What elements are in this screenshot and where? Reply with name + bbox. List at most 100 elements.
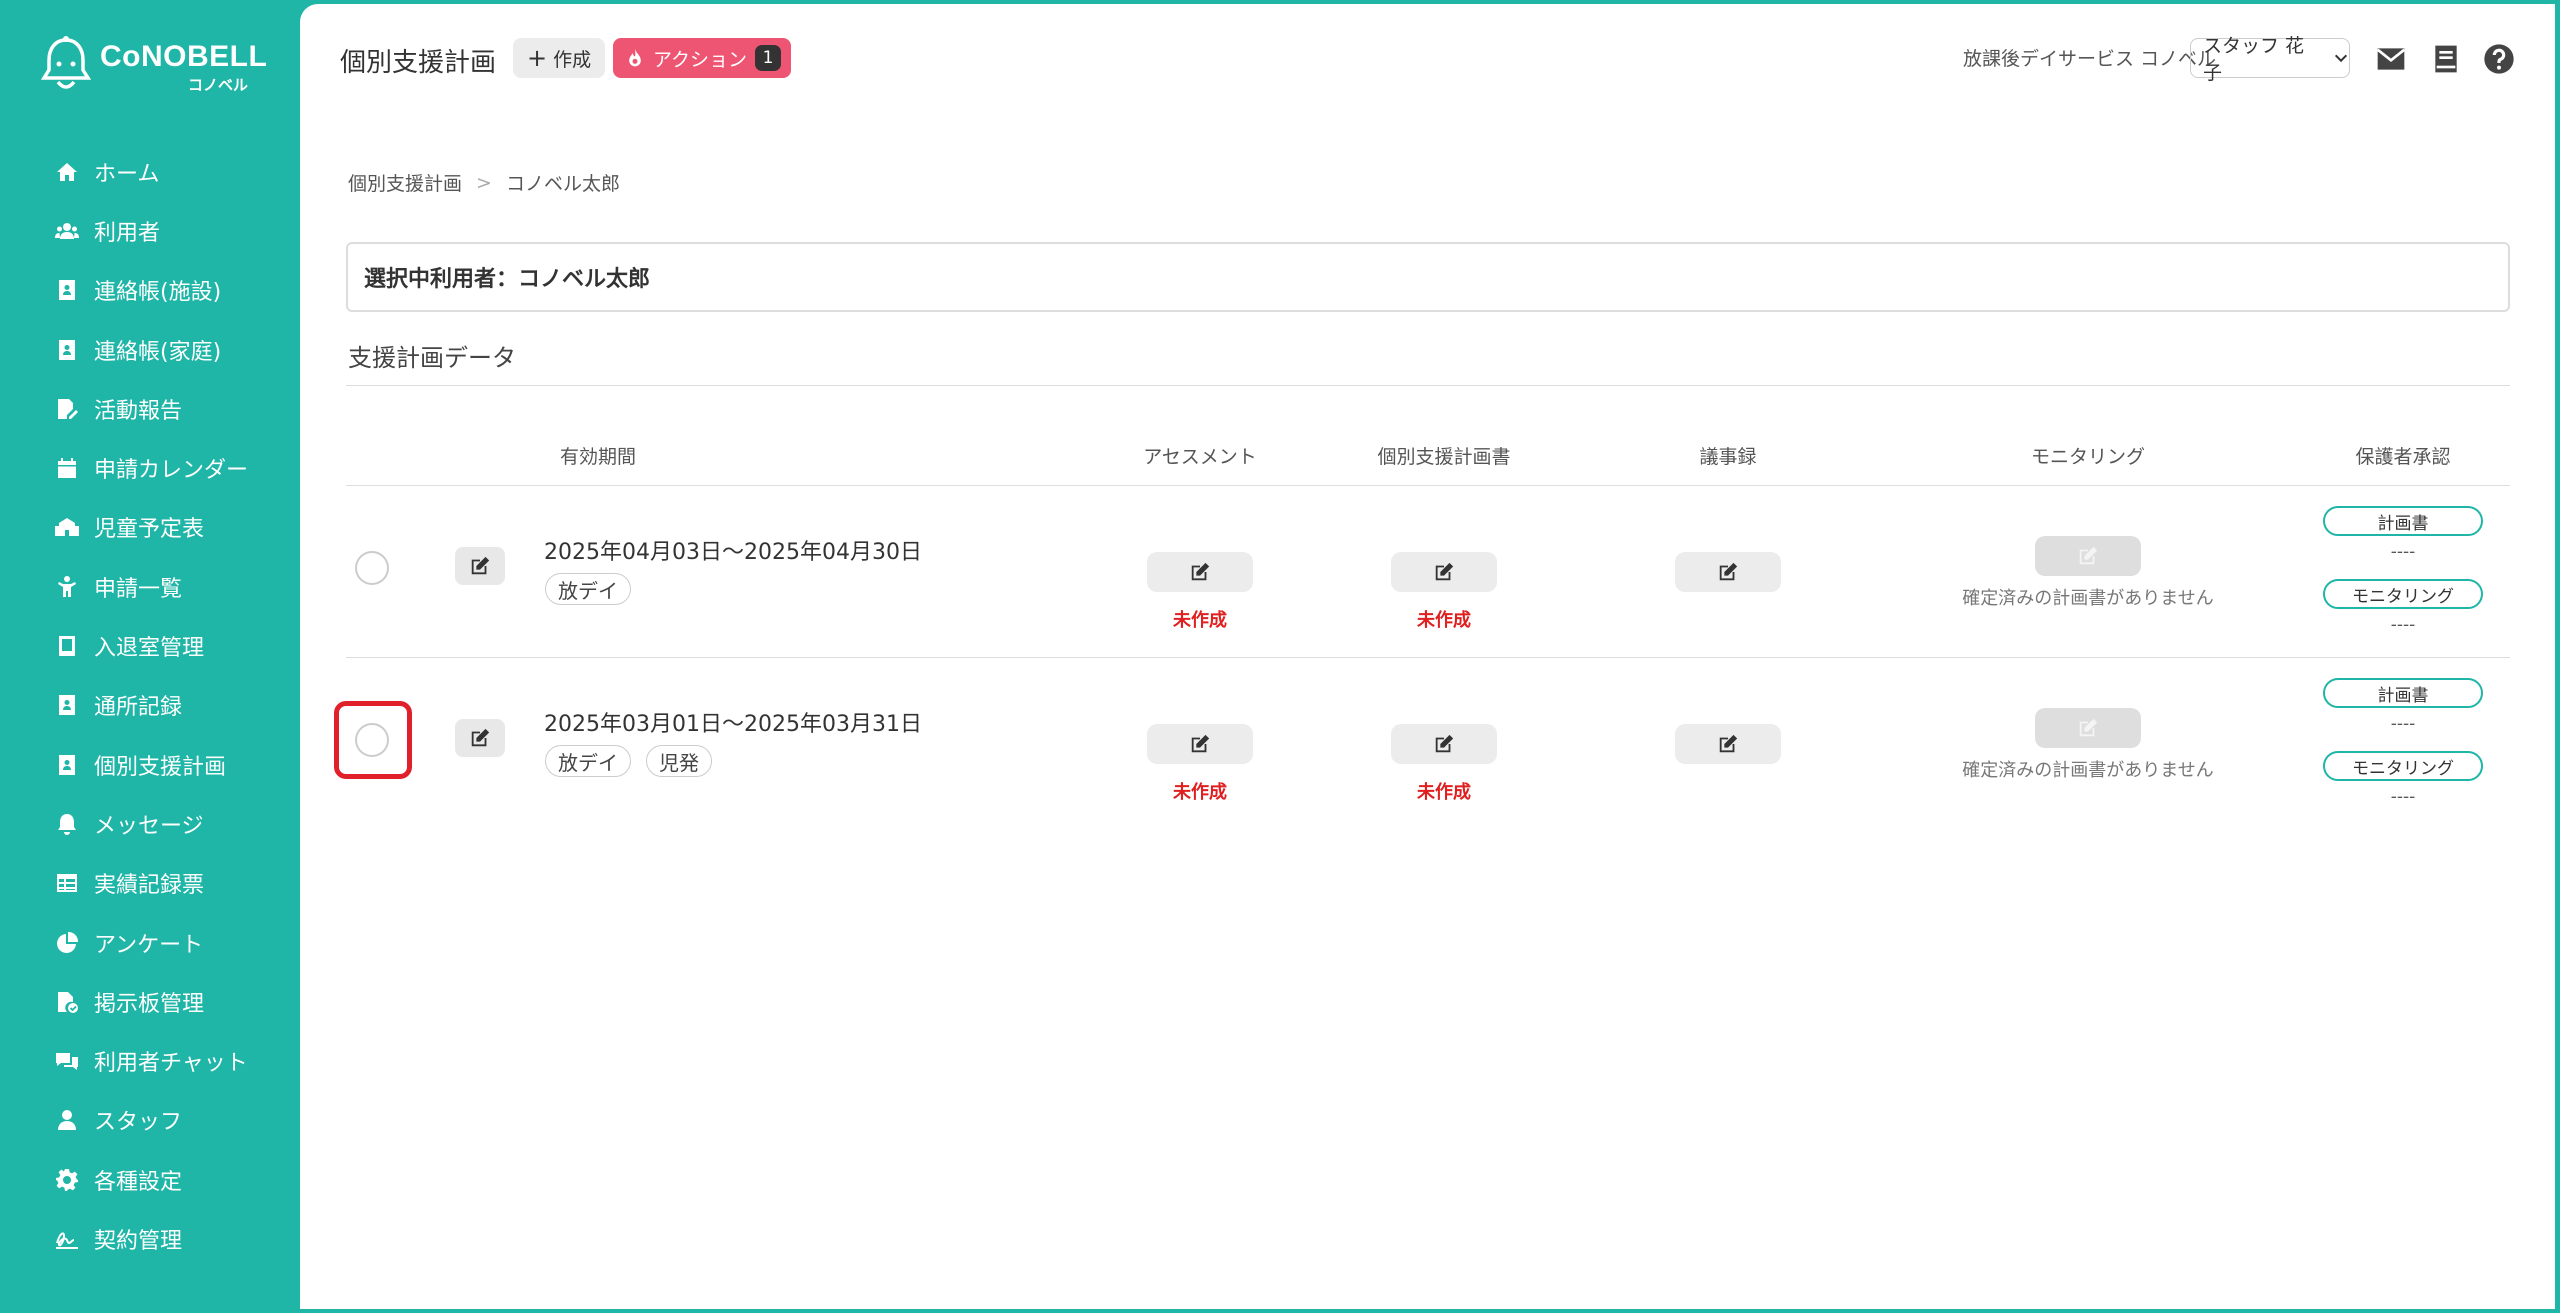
manual-book-icon[interactable] [2429, 42, 2463, 76]
sidebar-item-support-plan[interactable]: 個別支援計画 [0, 735, 300, 794]
sidebar-item-bulletin-board[interactable]: 掲示板管理 [0, 972, 300, 1031]
brand-logo[interactable]: CoNOBELL コノベル [40, 30, 270, 100]
approval-plan-value: ---- [2390, 542, 2416, 562]
assessment-status: 未作成 [1173, 610, 1227, 631]
edit-icon [471, 556, 490, 575]
sidebar-item-label: 実績記録票 [94, 873, 205, 899]
sidebar-item-request-calendar[interactable]: 申請カレンダー [0, 438, 300, 497]
sidebar-item-label: 連絡帳(家庭) [94, 339, 222, 365]
sidebar-item-contact-facility[interactable]: 連絡帳(施設) [0, 261, 300, 320]
monitoring-status: 確定済みの計画書がありません [1962, 760, 2214, 781]
pie-chart-icon [54, 930, 80, 956]
file-check-icon [54, 989, 80, 1015]
row-select-checkbox[interactable] [355, 551, 389, 585]
sidebar-item-settings[interactable]: 各種設定 [0, 1150, 300, 1209]
edit-period-button[interactable] [455, 547, 505, 585]
table-divider [346, 485, 2510, 486]
staff-select[interactable]: スタッフ 花子 [2190, 35, 2350, 84]
selected-user-box: 選択中利用者：コノベル太郎 [346, 242, 2510, 312]
breadcrumb: 個別支援計画 > コノベル太郎 [348, 169, 620, 196]
sidebar-item-label: アンケート [94, 932, 204, 958]
edit-icon [1719, 562, 1738, 581]
help-icon[interactable] [2482, 42, 2516, 76]
sidebar-item-home[interactable]: ホーム [0, 142, 300, 201]
bell-logo-icon [40, 36, 92, 89]
edit-icon [1435, 562, 1454, 581]
sidebar-item-label: 利用者チャット [94, 1051, 248, 1077]
col-header-period: 有効期間 [559, 446, 637, 468]
action-button-label: アクション [653, 48, 748, 71]
minutes-edit-button[interactable] [1675, 552, 1781, 592]
sidebar-item-staff[interactable]: スタッフ [0, 1091, 300, 1150]
home-icon [54, 159, 80, 185]
child-icon [54, 574, 80, 600]
approval-monitoring-value: ---- [2390, 615, 2416, 635]
service-tag: 児発 [646, 745, 712, 777]
edit-period-button[interactable] [455, 719, 505, 757]
gear-icon [54, 1167, 80, 1193]
contact-book-icon [54, 752, 80, 778]
sidebar-item-performance-record[interactable]: 実績記録票 [0, 854, 300, 913]
main-panel: 個別支援計画 + 作成 アクション 1 放課後デイサービス コノベル スタッフ … [300, 4, 2555, 1309]
create-button[interactable]: + 作成 [513, 38, 606, 78]
sidebar-item-child-schedule[interactable]: 児童予定表 [0, 498, 300, 557]
assessment-edit-button[interactable] [1147, 552, 1253, 592]
contact-book-icon [54, 337, 80, 363]
action-count-badge: 1 [755, 45, 782, 71]
monitoring-edit-button [2035, 708, 2141, 748]
monitoring-status: 確定済みの計画書がありません [1962, 588, 2214, 609]
period-text: 2025年04月03日～2025年04月30日 [544, 540, 922, 565]
sidebar-item-label: 連絡帳(施設) [94, 280, 222, 306]
sidebar-item-label: 通所記録 [94, 695, 183, 721]
chevron-right-icon: > [476, 171, 492, 194]
staff-icon [54, 1107, 80, 1133]
monitoring-edit-button [2035, 536, 2141, 576]
plan-status: 未作成 [1417, 610, 1471, 631]
col-header-plan: 個別支援計画書 [1377, 446, 1511, 468]
sidebar-item-attendance-record[interactable]: 通所記録 [0, 676, 300, 735]
sidebar-item-contact-home[interactable]: 連絡帳(家庭) [0, 320, 300, 379]
edit-icon [1435, 734, 1454, 753]
approval-monitoring-value: ---- [2390, 787, 2416, 807]
page-title: 個別支援計画 [340, 48, 497, 78]
contact-book-icon [54, 277, 80, 303]
sidebar: CoNOBELL コノベル ホーム 利用者 連絡帳(施設) 連絡帳(家庭) 活動… [0, 0, 300, 1313]
sidebar-item-contract[interactable]: 契約管理 [0, 1209, 300, 1268]
sidebar-item-label: 掲示板管理 [94, 991, 205, 1017]
minutes-edit-button[interactable] [1675, 724, 1781, 764]
breadcrumb-parent[interactable]: 個別支援計画 [348, 169, 462, 196]
col-header-minutes: 議事録 [1699, 446, 1757, 468]
service-tag: 放デイ [545, 745, 631, 777]
chevron-down-icon [2334, 54, 2348, 63]
edit-icon [1191, 734, 1210, 753]
school-icon [54, 514, 80, 540]
sidebar-item-request-list[interactable]: 申請一覧 [0, 557, 300, 616]
col-header-approval: 保護者承認 [2355, 446, 2451, 468]
sidebar-item-survey[interactable]: アンケート [0, 913, 300, 972]
table-icon [54, 870, 80, 896]
action-button[interactable]: アクション 1 [613, 38, 792, 78]
sidebar-item-label: 申請一覧 [94, 576, 183, 602]
edit-icon [2079, 718, 2098, 737]
sidebar-item-label: 契約管理 [94, 1228, 183, 1254]
sidebar-item-user-chat[interactable]: 利用者チャット [0, 1031, 300, 1090]
table-divider [346, 657, 2510, 658]
sidebar-item-entry-exit[interactable]: 入退室管理 [0, 616, 300, 675]
plan-edit-button[interactable] [1391, 724, 1497, 764]
facility-name: 放課後デイサービス コノベル [1963, 48, 2217, 70]
sidebar-item-message[interactable]: メッセージ [0, 794, 300, 853]
signature-icon [54, 1226, 80, 1252]
plan-edit-button[interactable] [1391, 552, 1497, 592]
top-bar: 個別支援計画 + 作成 アクション 1 放課後デイサービス コノベル スタッフ … [300, 4, 2555, 104]
assessment-edit-button[interactable] [1147, 724, 1253, 764]
row-select-checkbox[interactable] [355, 723, 389, 757]
sidebar-item-label: スタッフ [94, 1110, 183, 1136]
sidebar-item-users[interactable]: 利用者 [0, 201, 300, 260]
sidebar-item-activity-report[interactable]: 活動報告 [0, 379, 300, 438]
period-text: 2025年03月01日～2025年03月31日 [544, 712, 922, 737]
col-header-assessment: アセスメント [1143, 446, 1257, 468]
brand-sub: コノベル [188, 76, 249, 94]
sidebar-item-label: 入退室管理 [94, 636, 205, 662]
mail-icon[interactable] [2374, 42, 2408, 76]
approval-monitoring-badge: モニタリング [2323, 579, 2483, 609]
